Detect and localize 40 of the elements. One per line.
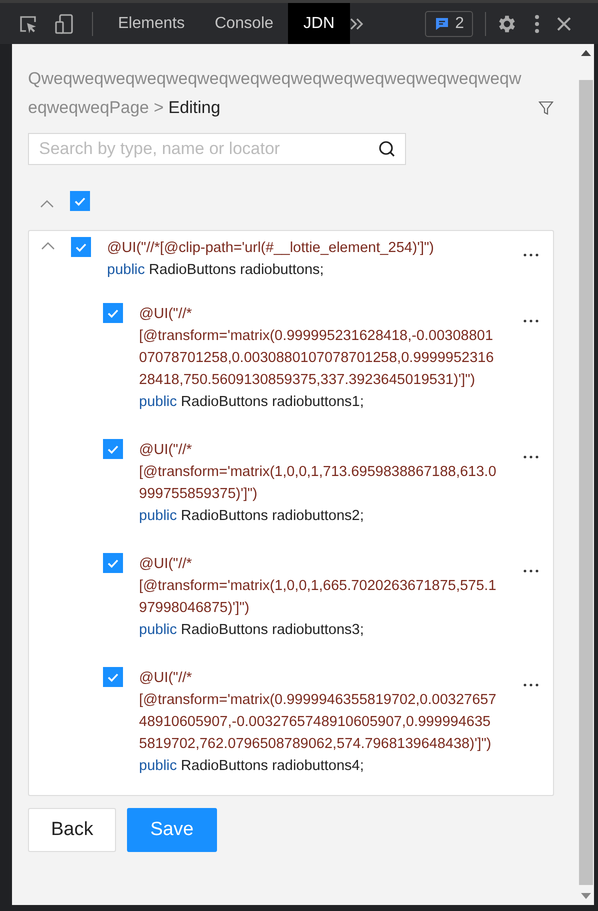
annotation-text: @UI("//*[@clip-path='url(#__lottie_element_254)']") xyxy=(107,239,435,258)
breadcrumb: QweqweqweqweqweqweqweqweqweqweqweqweqweqweqweqweqweqweqPage > Editing xyxy=(28,68,522,119)
annotation-text: @UI("//*[@transform='matrix(1,0,0,1,665.7020263671875,575.197998046875)']") xyxy=(139,555,497,618)
chevron-icon[interactable] xyxy=(41,242,55,250)
ellipsis-icon xyxy=(523,683,539,687)
checkbox[interactable] xyxy=(70,191,90,211)
inspect-icon[interactable] xyxy=(18,14,38,34)
panel-tab[interactable]: Elements xyxy=(103,3,200,44)
message-icon xyxy=(434,16,450,32)
scroll-down-icon[interactable] xyxy=(581,893,591,899)
issues-button[interactable]: 2 xyxy=(425,10,473,36)
ellipsis-icon xyxy=(523,253,539,257)
search-icon[interactable] xyxy=(378,140,396,158)
ellipsis-icon xyxy=(523,569,539,573)
close-icon[interactable] xyxy=(556,16,572,32)
declaration-text: public RadioButtons radiobuttons1; xyxy=(139,393,365,412)
checkbox[interactable] xyxy=(71,237,91,257)
search-field[interactable]: Search by type, name or locator xyxy=(28,133,406,165)
back-button[interactable]: Back xyxy=(28,808,116,852)
checkbox[interactable] xyxy=(103,553,123,573)
checkbox[interactable] xyxy=(103,439,123,459)
declaration-text: public RadioButtons radiobuttons4; xyxy=(139,757,365,776)
checkbox[interactable] xyxy=(103,667,123,687)
ellipsis-icon xyxy=(523,455,539,459)
scroll-up-icon[interactable] xyxy=(581,50,591,56)
kebab-menu-icon[interactable] xyxy=(534,14,540,34)
more-tabs-icon[interactable] xyxy=(350,18,364,30)
declaration-text: public RadioButtons radiobuttons2; xyxy=(139,507,365,526)
panel-tab[interactable]: Console xyxy=(200,3,288,44)
annotation-text: @UI("//*[@transform='matrix(0.9999946355819702,0.0032765748910605907,-0.0032765748910605907,0.9999946355819702,762.0796508789062,574.7968139648438)']") xyxy=(139,669,497,754)
annotation-text: @UI("//*[@transform='matrix(0.999995231628418,-0.0030880107078701258,0.0030880107078701258,0.999995231628418,750.5609130859375,337.3923645019531)']") xyxy=(139,305,495,390)
declaration-text: public RadioButtons radiobuttons3; xyxy=(139,621,365,640)
filter-icon[interactable] xyxy=(538,100,554,116)
annotation-text: @UI("//*[@transform='matrix(1,0,0,1,713.6959838867188,613.0999755859375)']") xyxy=(139,441,497,504)
panel-tab[interactable]: JDN xyxy=(288,3,350,44)
declaration-text: public RadioButtons radiobuttons; xyxy=(107,261,325,280)
device-icon[interactable] xyxy=(54,12,76,34)
chevron-icon[interactable] xyxy=(40,200,54,208)
checkbox[interactable] xyxy=(103,303,123,323)
ellipsis-icon xyxy=(523,319,539,323)
